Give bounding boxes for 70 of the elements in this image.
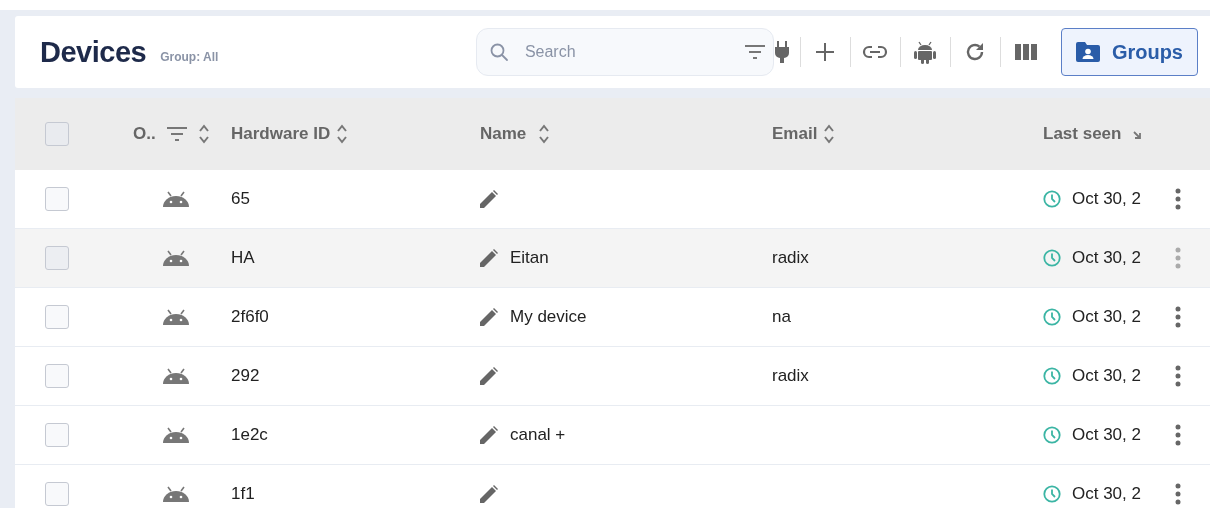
- group-label: Group: All: [160, 50, 219, 64]
- email: na: [772, 307, 791, 327]
- device-name: Eitan: [510, 248, 549, 268]
- sort-icon[interactable]: [336, 123, 349, 145]
- folder-user-icon: [1075, 42, 1100, 62]
- pencil-icon[interactable]: [480, 190, 498, 208]
- last-seen-date: Oct 30, 2: [1072, 248, 1141, 268]
- clock-icon: [1043, 190, 1061, 208]
- column-header[interactable]: O..: [133, 124, 156, 144]
- search-field[interactable]: Search: [475, 28, 774, 76]
- pencil-icon[interactable]: [480, 308, 498, 326]
- hardware-id: HA: [231, 248, 255, 268]
- email: radix: [772, 366, 809, 386]
- checkbox[interactable]: [45, 364, 69, 388]
- hardware-id: 65: [231, 189, 250, 209]
- last-seen-date: Oct 30, 2: [1072, 307, 1141, 327]
- sort-icon[interactable]: [538, 123, 551, 145]
- more-icon[interactable]: [1175, 365, 1181, 387]
- android-icon: [914, 40, 937, 64]
- sort-descending-icon[interactable]: [1132, 129, 1143, 139]
- checkbox[interactable]: [45, 423, 69, 447]
- last-seen-date: Oct 30, 2: [1072, 484, 1141, 504]
- last-seen-date: Oct 30, 2: [1072, 189, 1141, 209]
- android-icon: [163, 191, 189, 207]
- column-header[interactable]: Hardware ID: [231, 124, 331, 144]
- sort-icon[interactable]: [197, 123, 210, 145]
- android-icon: [163, 427, 189, 443]
- android-icon: [163, 486, 189, 502]
- android-icon: [163, 309, 189, 325]
- more-icon[interactable]: [1175, 188, 1181, 210]
- device-name: My device: [510, 307, 587, 327]
- filter-icon[interactable]: [165, 126, 188, 142]
- last-seen-date: Oct 30, 2: [1072, 366, 1141, 386]
- filter-icon[interactable]: [743, 44, 766, 60]
- device-name: canal +: [510, 425, 566, 445]
- hardware-id: 2f6f0: [231, 307, 269, 327]
- last-seen-date: Oct 30, 2: [1072, 425, 1141, 445]
- checkbox[interactable]: [45, 187, 69, 211]
- checkbox[interactable]: [45, 305, 69, 329]
- hardware-id: 1e2c: [231, 425, 268, 445]
- checkbox[interactable]: [45, 482, 69, 506]
- link-icon: [862, 45, 889, 59]
- sort-icon[interactable]: [823, 123, 836, 145]
- page-title: Devices: [40, 35, 147, 69]
- android-icon: [163, 368, 189, 384]
- columns-icon: [1014, 43, 1037, 61]
- more-icon[interactable]: [1175, 424, 1181, 446]
- pencil-icon[interactable]: [480, 426, 498, 444]
- hardware-id: 292: [231, 366, 260, 386]
- plus-icon: [814, 41, 837, 63]
- email: radix: [772, 248, 809, 268]
- more-icon[interactable]: [1175, 306, 1181, 328]
- column-header[interactable]: Last seen: [1043, 124, 1122, 144]
- checkbox[interactable]: [45, 122, 69, 146]
- column-header[interactable]: Name: [480, 124, 527, 144]
- pencil-icon[interactable]: [480, 367, 498, 385]
- checkbox[interactable]: [45, 246, 69, 270]
- plug-icon: [773, 41, 790, 63]
- groups-button[interactable]: Groups: [1060, 28, 1198, 76]
- column-header[interactable]: Email: [772, 124, 818, 144]
- clock-icon: [1043, 426, 1061, 444]
- clock-icon: [1043, 249, 1061, 267]
- clock-icon: [1043, 367, 1061, 385]
- clock-icon: [1043, 308, 1061, 326]
- pencil-icon[interactable]: [480, 485, 498, 503]
- hardware-id: 1f1: [231, 484, 255, 504]
- more-icon[interactable]: [1175, 483, 1181, 505]
- clock-icon: [1043, 485, 1061, 503]
- android-icon: [163, 250, 189, 266]
- pencil-icon[interactable]: [480, 249, 498, 267]
